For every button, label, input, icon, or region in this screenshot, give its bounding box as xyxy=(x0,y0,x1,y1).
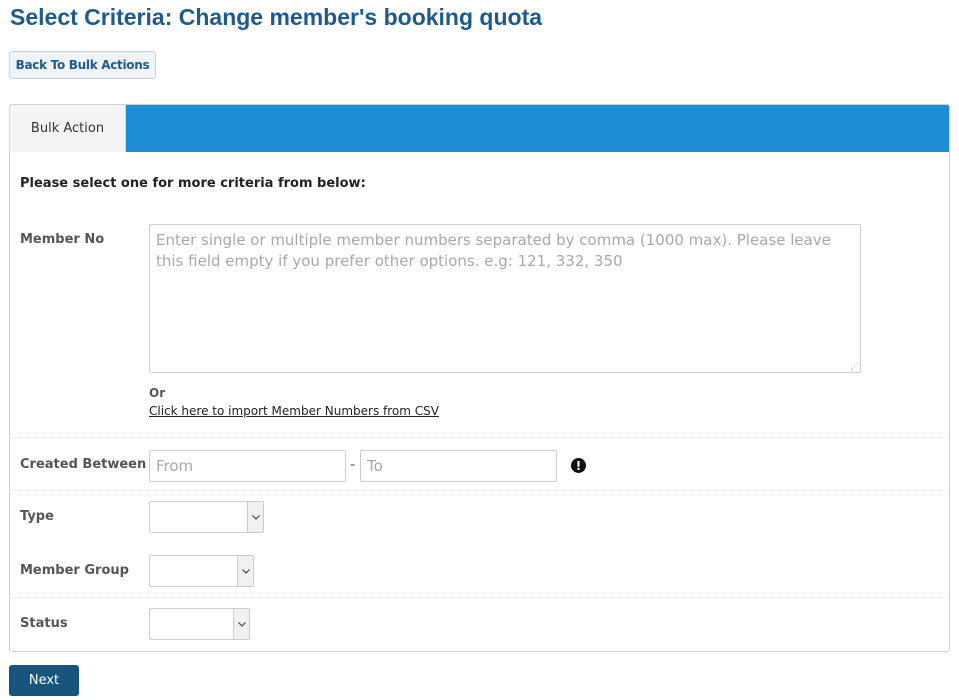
chevron-down-icon xyxy=(233,609,249,639)
criteria-instruction: Please select one for more criteria from… xyxy=(20,176,366,191)
exclamation-circle-icon[interactable]: ! xyxy=(571,458,586,473)
page-title: Select Criteria: Change member's booking… xyxy=(10,4,543,30)
import-csv-link[interactable]: Click here to import Member Numbers from… xyxy=(149,404,439,418)
tab-bulk-action[interactable]: Bulk Action xyxy=(10,105,126,152)
created-to-input[interactable] xyxy=(360,450,557,482)
type-label: Type xyxy=(20,509,54,524)
bulk-action-panel: Bulk Action Please select one for more c… xyxy=(9,104,950,652)
next-button[interactable]: Next xyxy=(9,665,79,696)
chevron-down-icon xyxy=(237,556,253,586)
back-to-bulk-actions-button[interactable]: Back To Bulk Actions xyxy=(9,51,156,79)
or-text: Or xyxy=(149,386,166,400)
status-select[interactable] xyxy=(149,608,250,640)
member-group-select[interactable] xyxy=(149,555,254,587)
created-from-input[interactable] xyxy=(149,450,346,482)
date-range-separator: - xyxy=(350,457,356,473)
member-group-label: Member Group xyxy=(20,563,129,578)
divider xyxy=(13,597,946,598)
created-between-label: Created Between xyxy=(20,457,147,472)
member-no-textarea[interactable] xyxy=(149,224,861,373)
resize-grip-icon[interactable]: ⋰ xyxy=(849,362,859,372)
divider xyxy=(13,437,946,438)
member-no-label: Member No xyxy=(20,232,105,247)
status-label: Status xyxy=(20,616,68,631)
type-select[interactable] xyxy=(149,501,264,533)
panel-header: Bulk Action xyxy=(10,105,949,152)
divider xyxy=(13,490,946,491)
chevron-down-icon xyxy=(247,502,263,532)
